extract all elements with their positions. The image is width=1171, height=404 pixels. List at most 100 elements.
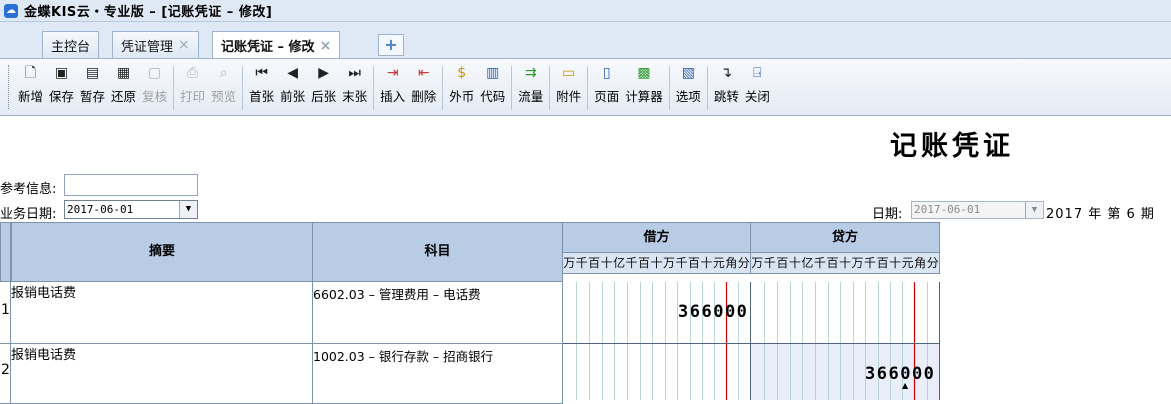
draft-save-button[interactable]: ▤ 暂存 [78, 59, 107, 105]
tab-label: 主控台 [51, 39, 91, 55]
toolbar-label: 末张 [342, 89, 368, 104]
restore-button[interactable]: ▦ 还原 [109, 59, 138, 105]
account-header: 科目 [312, 222, 563, 282]
business-date-picker[interactable]: 2017-06-01 ▼ [64, 200, 198, 219]
digit-unit: 千 [864, 256, 877, 270]
title-bar: ☁ 金蝶KIS云・专业版 – [记账凭证 – 修改] [0, 0, 1171, 22]
reference-label: 参考信息: [0, 182, 57, 197]
toolbar-label: 插入 [380, 89, 406, 104]
digit-unit: 百 [638, 256, 651, 270]
digit-unit: 分 [926, 256, 939, 270]
account-cell[interactable]: 6602.03 – 管理费用 – 电话费 [313, 282, 563, 344]
digit-unit: 千 [763, 256, 776, 270]
toolbar-label: 打印 [180, 89, 206, 104]
code-book-icon: ▥ [486, 65, 500, 81]
toolbar-separator [173, 66, 175, 110]
chevron-down-icon[interactable]: ▼ [1025, 202, 1043, 218]
toolbar-separator [373, 66, 375, 110]
toolbar-label: 跳转 [713, 89, 739, 104]
previous-record-button[interactable]: ◀ 前张 [278, 59, 307, 105]
debit-digit-units: 万千百十亿千百十万千百十元角分 [562, 252, 751, 274]
options-icon: ▧ [681, 65, 695, 81]
page-button[interactable]: ▯ 页面 [592, 59, 621, 105]
toolbar-label: 附件 [556, 89, 582, 104]
jump-button[interactable]: ↴ 跳转 [712, 59, 741, 105]
business-date-label: 业务日期: [0, 207, 57, 222]
save-button[interactable]: ▣ 保存 [47, 59, 76, 105]
digit-unit: 千 [675, 256, 688, 270]
digit-unit: 角 [914, 256, 927, 270]
new-button[interactable]: 🗋 新增 [16, 59, 45, 105]
summary-header: 摘要 [11, 222, 313, 282]
credit-amount[interactable]: 366000 [865, 364, 935, 384]
attachment-folder-icon: ▭ [562, 65, 576, 81]
add-tab-button[interactable]: + [378, 34, 404, 56]
toolbar-label: 复核 [142, 89, 168, 104]
insert-row-icon: ⇥ [386, 65, 399, 81]
cursor-caret-icon: ▲ [902, 381, 909, 390]
toolbar-label: 选项 [675, 89, 701, 104]
reference-input[interactable] [64, 174, 198, 196]
tab-voucher-edit[interactable]: 记账凭证 – 修改 × [212, 31, 341, 59]
preview-button[interactable]: ⌕ 预览 [209, 59, 238, 105]
insert-row-button[interactable]: ⇥ 插入 [378, 59, 407, 105]
row-number-cell[interactable]: 1 [0, 282, 11, 344]
toolbar-label: 首张 [249, 89, 275, 104]
close-icon[interactable]: × [320, 38, 332, 54]
cash-flow-button[interactable]: ⇉ 流量 [516, 59, 545, 105]
cash-flow-icon: ⇉ [524, 65, 537, 81]
tab-strip: 主控台 凭证管理 × 记账凭证 – 修改 × + [0, 22, 1171, 59]
kingdee-cloud-icon: ☁ [4, 3, 18, 18]
date-picker[interactable]: 2017-06-01 ▼ [911, 201, 1044, 219]
delete-row-button[interactable]: ⇤ 删除 [409, 59, 438, 105]
digit-unit: 元 [712, 256, 725, 270]
foreign-currency-button[interactable]: $ 外币 [447, 59, 476, 105]
first-record-button[interactable]: ⏮ 首张 [247, 59, 276, 105]
debit-amount[interactable]: 366000 [678, 302, 748, 322]
toolbar-separator [442, 66, 444, 110]
last-record-button[interactable]: ⏭ 末张 [340, 59, 369, 105]
account-cell[interactable]: 1002.03 – 银行存款 – 招商银行 [313, 344, 563, 404]
toolbar-label: 删除 [411, 89, 437, 104]
foreign-currency-icon: $ [457, 65, 467, 81]
toolbar-label: 流量 [518, 89, 544, 104]
digit-unit: 千 [625, 256, 638, 270]
digit-unit: 万 [751, 256, 764, 270]
toolbar-label: 前张 [280, 89, 306, 104]
toolbar-label: 计算器 [625, 89, 663, 104]
summary-cell[interactable]: 报销电话费 [11, 344, 313, 404]
close-icon[interactable]: × [178, 37, 190, 53]
digit-unit: 分 [737, 256, 750, 270]
next-record-button[interactable]: ▶ 后张 [309, 59, 338, 105]
summary-cell[interactable]: 报销电话费 [11, 282, 313, 344]
digit-unit: 十 [788, 256, 801, 270]
digit-unit: 百 [826, 256, 839, 270]
next-record-icon: ▶ [318, 65, 330, 81]
close-button[interactable]: ⍈ 关闭 [743, 59, 772, 105]
digit-unit: 百 [876, 256, 889, 270]
page-book-icon: ▯ [602, 65, 611, 81]
review-button[interactable]: ▢ 复核 [140, 59, 169, 105]
toolbar-separator [549, 66, 551, 110]
print-button[interactable]: ⎙ 打印 [178, 59, 207, 105]
debit-header: 借方 [562, 222, 751, 253]
digit-unit: 万 [851, 256, 864, 270]
toolbar-separator [511, 66, 513, 110]
code-button[interactable]: ▥ 代码 [478, 59, 507, 105]
window-title: 金蝶KIS云・专业版 – [记账凭证 – 修改] [24, 5, 273, 20]
digit-unit: 万 [563, 256, 576, 270]
row-number-cell[interactable]: 2 [0, 344, 11, 404]
digit-unit: 元 [901, 256, 914, 270]
options-button[interactable]: ▧ 选项 [674, 59, 703, 105]
chevron-down-icon[interactable]: ▼ [179, 201, 197, 218]
calculator-button[interactable]: ▩ 计算器 [623, 59, 665, 105]
tab-voucher-management[interactable]: 凭证管理 × [112, 31, 199, 58]
attachment-button[interactable]: ▭ 附件 [554, 59, 583, 105]
accounting-period: 2017 年 第 6 期 [1046, 207, 1155, 222]
new-document-icon: 🗋 [24, 65, 37, 81]
tab-main-console[interactable]: 主控台 [42, 31, 100, 58]
toolbar-label: 后张 [311, 89, 337, 104]
toolbar-label: 页面 [594, 89, 620, 104]
toolbar-grip[interactable] [8, 65, 11, 109]
restore-icon: ▦ [116, 65, 131, 81]
